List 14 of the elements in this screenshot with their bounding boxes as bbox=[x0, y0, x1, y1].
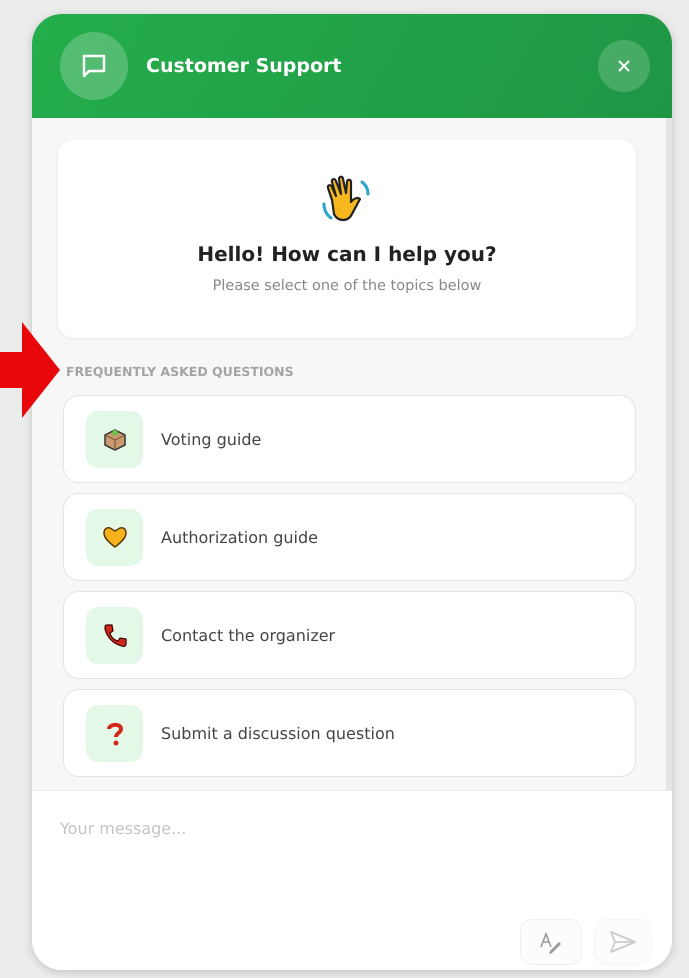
faq-item[interactable]: Contact the organizer bbox=[63, 591, 636, 679]
message-input[interactable]: Your message... bbox=[32, 791, 672, 889]
send-button[interactable] bbox=[594, 919, 652, 965]
faq-item[interactable]: Submit a discussion question bbox=[63, 689, 636, 777]
greeting-subtitle: Please select one of the topics below bbox=[212, 278, 482, 294]
greeting-title: Hello! How can I help you? bbox=[197, 242, 497, 266]
close-icon bbox=[616, 58, 632, 74]
send-icon bbox=[609, 930, 637, 954]
chat-title: Customer Support bbox=[146, 55, 343, 77]
text-format-button[interactable] bbox=[520, 919, 582, 965]
faq-heading: FREQUENTLY ASKED QUESTIONS bbox=[66, 364, 295, 379]
close-button[interactable] bbox=[598, 40, 650, 92]
faq-item[interactable]: Voting guide bbox=[63, 395, 636, 483]
faq-item[interactable]: Authorization guide bbox=[63, 493, 636, 581]
